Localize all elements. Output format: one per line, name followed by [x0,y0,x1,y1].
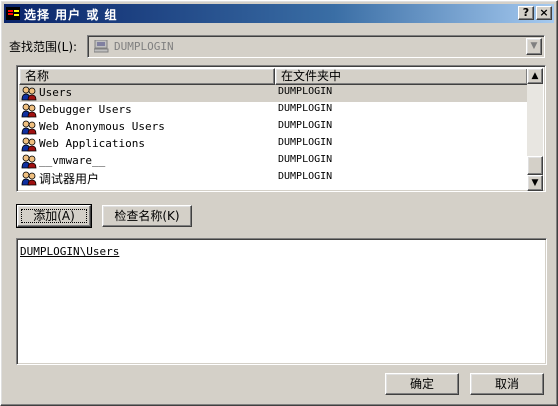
row-folder: DUMPLOGIN [278,137,333,148]
user-group-icon [21,137,37,152]
column-header-name[interactable]: 名称 [19,68,275,85]
cancel-button[interactable]: 取消 [470,373,544,395]
scroll-thumb[interactable] [527,156,543,175]
row-name: __vmware__ [39,154,106,167]
row-name: 调试器用户 [39,172,100,186]
select-users-or-groups-dialog: 选择 用户 或 组 ? × 查找范围(L): DUMPLOGIN ▼ 名称 在文… [0,0,558,406]
list-row[interactable]: __vmware__ DUMPLOGIN [19,153,528,170]
check-names-button[interactable]: 检查名称(K) [102,205,192,227]
help-button[interactable]: ? [518,6,534,20]
selected-names-box[interactable]: DUMPLOGIN\Users [16,238,547,365]
look-in-combobox[interactable]: DUMPLOGIN ▼ [87,35,545,58]
user-group-icon [21,154,37,169]
focus-rect [21,209,87,223]
user-group-icon [21,171,37,186]
title-bar[interactable]: 选择 用户 或 组 ? × [4,4,554,23]
look-in-value: DUMPLOGIN [114,40,174,53]
ok-button-label: 确定 [409,377,434,391]
row-folder: DUMPLOGIN [278,86,333,97]
chevron-down-icon[interactable]: ▼ [526,38,542,55]
row-folder: DUMPLOGIN [278,171,333,182]
ok-button[interactable]: 确定 [385,373,459,395]
list-row[interactable]: Debugger Users DUMPLOGIN [19,102,528,119]
row-folder: DUMPLOGIN [278,103,333,114]
scroll-up-icon[interactable]: ▲ [527,68,543,84]
list-row[interactable]: Web Anonymous Users DUMPLOGIN [19,119,528,136]
computer-icon [94,40,109,53]
user-group-icon [21,120,37,135]
add-button[interactable]: 添加(A) [16,204,92,228]
cancel-button-label: 取消 [494,377,519,391]
close-button[interactable]: × [536,6,552,20]
list-row[interactable]: 调试器用户 DUMPLOGIN [19,170,528,187]
list-header: 名称 在文件夹中 [19,68,528,85]
column-header-folder[interactable]: 在文件夹中 [275,68,528,85]
list-row[interactable]: Web Applications DUMPLOGIN [19,136,528,153]
user-group-icon [21,103,37,118]
row-name: Web Applications [39,137,145,150]
scroll-down-icon[interactable]: ▼ [527,175,543,191]
row-name: Users [39,86,73,99]
vertical-scrollbar[interactable]: ▲ ▼ [527,68,543,191]
row-folder: DUMPLOGIN [278,120,333,131]
user-group-icon [21,86,37,101]
row-name: Web Anonymous Users [39,120,165,133]
look-in-label: 查找范围(L): [9,40,78,54]
check-names-label: 检查名称(K) [114,209,180,223]
app-icon [6,7,20,20]
list-row[interactable]: Users DUMPLOGIN [19,85,528,102]
search-results-list[interactable]: 名称 在文件夹中 Users DUMPLOGIN Debugger Users DUM… [16,65,546,192]
window-title: 选择 用户 或 组 [24,8,118,22]
list-rows: Users DUMPLOGIN Debugger Users DUMPLOGIN Web… [19,85,528,187]
row-folder: DUMPLOGIN [278,154,333,165]
selected-name-entry[interactable]: DUMPLOGIN\Users [20,245,119,258]
row-name: Debugger Users [39,103,132,116]
